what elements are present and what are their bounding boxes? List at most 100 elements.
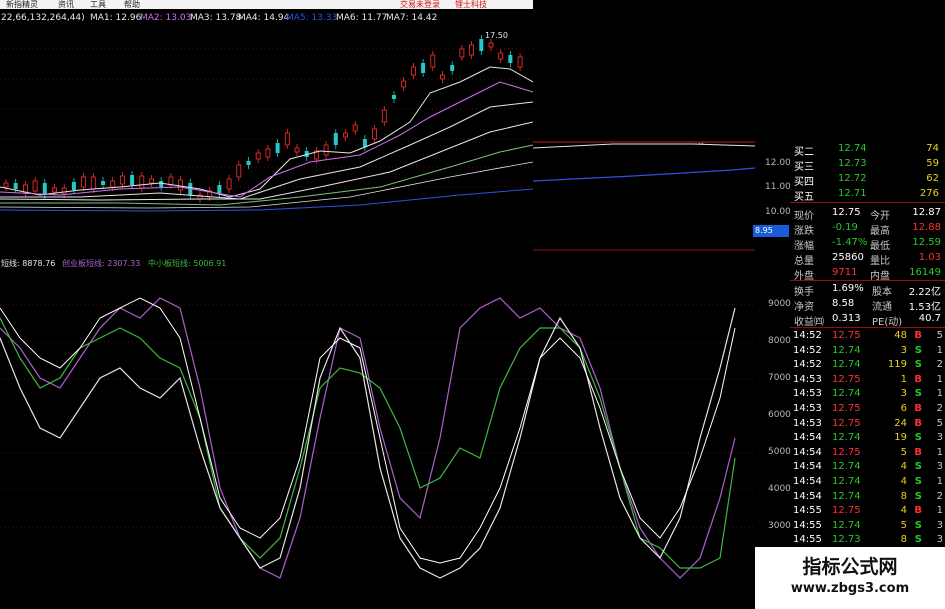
tick-time: 14:53 xyxy=(793,403,822,414)
candle-body xyxy=(381,109,387,123)
candle-body xyxy=(459,48,465,58)
bid-volume: 59 xyxy=(926,158,939,169)
tick-side: B xyxy=(914,373,922,385)
tick-count: 3 xyxy=(936,534,943,546)
tick-price: 12.75 xyxy=(832,403,861,414)
stat-value: 12.87 xyxy=(912,207,941,218)
vendor-link[interactable]: 锂士科技 xyxy=(455,0,487,10)
stat-row: 外盘 9711 内盘 16149 xyxy=(790,266,945,282)
stat-label: 换手 xyxy=(794,287,814,298)
tick-time: 14:52 xyxy=(793,330,822,341)
stat-value: 25860 xyxy=(832,252,864,263)
tick-volume: 5 xyxy=(900,519,907,531)
tick-volume: 48 xyxy=(894,330,907,341)
menu-item-indicator-wizard[interactable]: 新指精灵 xyxy=(6,0,38,10)
bid-level-row[interactable]: 买五 12.71 276 xyxy=(790,187,945,203)
stat-label: 涨跌 xyxy=(794,226,814,237)
svg-text:ˇˇ: ˇˇ xyxy=(698,143,704,150)
candle-body xyxy=(421,63,426,73)
tick-side: S xyxy=(914,432,922,444)
tick-volume: 5 xyxy=(900,446,907,458)
menu-item-tools[interactable]: 工具 xyxy=(90,0,106,10)
oscillator-chart[interactable] xyxy=(0,268,755,609)
stat-value: -1.47% xyxy=(832,237,868,248)
watermark-title: 指标公式网 xyxy=(802,556,898,578)
price-tick: 10.00 xyxy=(765,207,791,217)
tick-time: 14:52 xyxy=(793,359,822,371)
stat-label: 净资 xyxy=(794,302,814,313)
tick-count: 5 xyxy=(936,330,943,341)
menu-item-news[interactable]: 资讯 xyxy=(58,0,74,10)
menu-item-help[interactable]: 帮助 xyxy=(124,0,140,10)
tick-volume: 6 xyxy=(900,403,907,414)
candle-body xyxy=(430,54,436,68)
ma1-value: MA1: 12.96 xyxy=(90,13,142,23)
stat-value: 9711 xyxy=(832,267,858,278)
bid-level-row[interactable]: 买四 12.72 62 xyxy=(790,172,945,188)
candle-body xyxy=(81,176,86,188)
watermark-url: www.zbgs3.com xyxy=(790,581,910,596)
candle-body xyxy=(226,178,232,190)
tick-price: 12.74 xyxy=(832,359,861,371)
candle-body xyxy=(168,176,174,186)
tick-row: 14:53 12.74 3 S 1 xyxy=(790,387,945,402)
tick-price: 12.75 xyxy=(832,417,861,429)
tick-count: 2 xyxy=(936,490,943,502)
tick-price: 12.75 xyxy=(832,446,861,458)
stat-label: 流通 xyxy=(872,302,892,313)
candle-body xyxy=(362,139,367,147)
stat-value: 40.7 xyxy=(918,313,941,324)
candle-body xyxy=(159,181,164,187)
stat-label: 现价 xyxy=(794,211,814,222)
stat-value: 1.53亿 xyxy=(908,302,941,313)
indicator-tick: 9000 xyxy=(768,299,791,309)
candle-body xyxy=(217,185,222,193)
tick-volume: 119 xyxy=(887,359,907,371)
indicator-tick: 3000 xyxy=(768,521,791,531)
indicator-tick: 6000 xyxy=(768,410,791,420)
tick-price: 12.74 xyxy=(832,461,861,473)
tick-count: 1 xyxy=(936,446,943,458)
tick-side: B xyxy=(914,403,922,414)
price-axis: 12.00 11.00 10.00 xyxy=(755,140,791,255)
stat-label: 量比 xyxy=(870,256,890,267)
candle-body xyxy=(149,178,154,184)
stat-label: 收益㈣ xyxy=(794,317,824,328)
bid-label: 买五 xyxy=(794,192,814,203)
candle-body xyxy=(61,187,67,195)
ma5-value: MA5: 13.33 xyxy=(286,13,338,23)
tick-volume: 4 xyxy=(900,476,907,487)
tick-count: 1 xyxy=(936,476,943,487)
tick-volume: 4 xyxy=(900,505,907,517)
tick-count: 1 xyxy=(936,388,943,400)
tick-time: 14:54 xyxy=(793,490,822,502)
tick-time: 14:52 xyxy=(793,344,822,356)
candle-body xyxy=(401,80,407,88)
candle-body xyxy=(488,42,494,48)
stat-value: 12.88 xyxy=(912,222,941,233)
stat-value: 8.58 xyxy=(832,298,855,309)
stat-label: 总量 xyxy=(794,256,814,267)
fundamental-row: 净资 8.58 流通 1.53亿 xyxy=(790,297,945,313)
stat-value: 12.59 xyxy=(912,237,941,248)
tick-row: 14:52 12.75 48 B 5 xyxy=(790,329,945,344)
tick-time: 14:54 xyxy=(793,432,822,444)
candle-body xyxy=(178,179,184,191)
tick-side: S xyxy=(914,461,922,473)
bid-level-row[interactable]: 买三 12.73 59 xyxy=(790,157,945,173)
separator xyxy=(790,327,945,328)
stat-value: -0.19 xyxy=(832,222,858,233)
candle-body xyxy=(246,161,251,165)
stat-value: 16149 xyxy=(909,267,941,278)
tick-row: 14:54 12.74 8 S 2 xyxy=(790,490,945,505)
candle-body xyxy=(498,52,504,60)
tick-row: 14:53 12.75 1 B 1 xyxy=(790,373,945,388)
candlestick-chart[interactable]: 17.50 xyxy=(0,27,533,252)
candle-body xyxy=(120,175,125,185)
bid-level-row[interactable]: 买二 12.74 74 xyxy=(790,142,945,158)
trade-login-link[interactable]: 交易未登录 xyxy=(400,0,440,10)
stat-value: 12.75 xyxy=(832,207,861,218)
bid-volume: 74 xyxy=(926,143,939,154)
candle-body xyxy=(284,132,290,146)
tick-time: 14:55 xyxy=(793,519,822,531)
